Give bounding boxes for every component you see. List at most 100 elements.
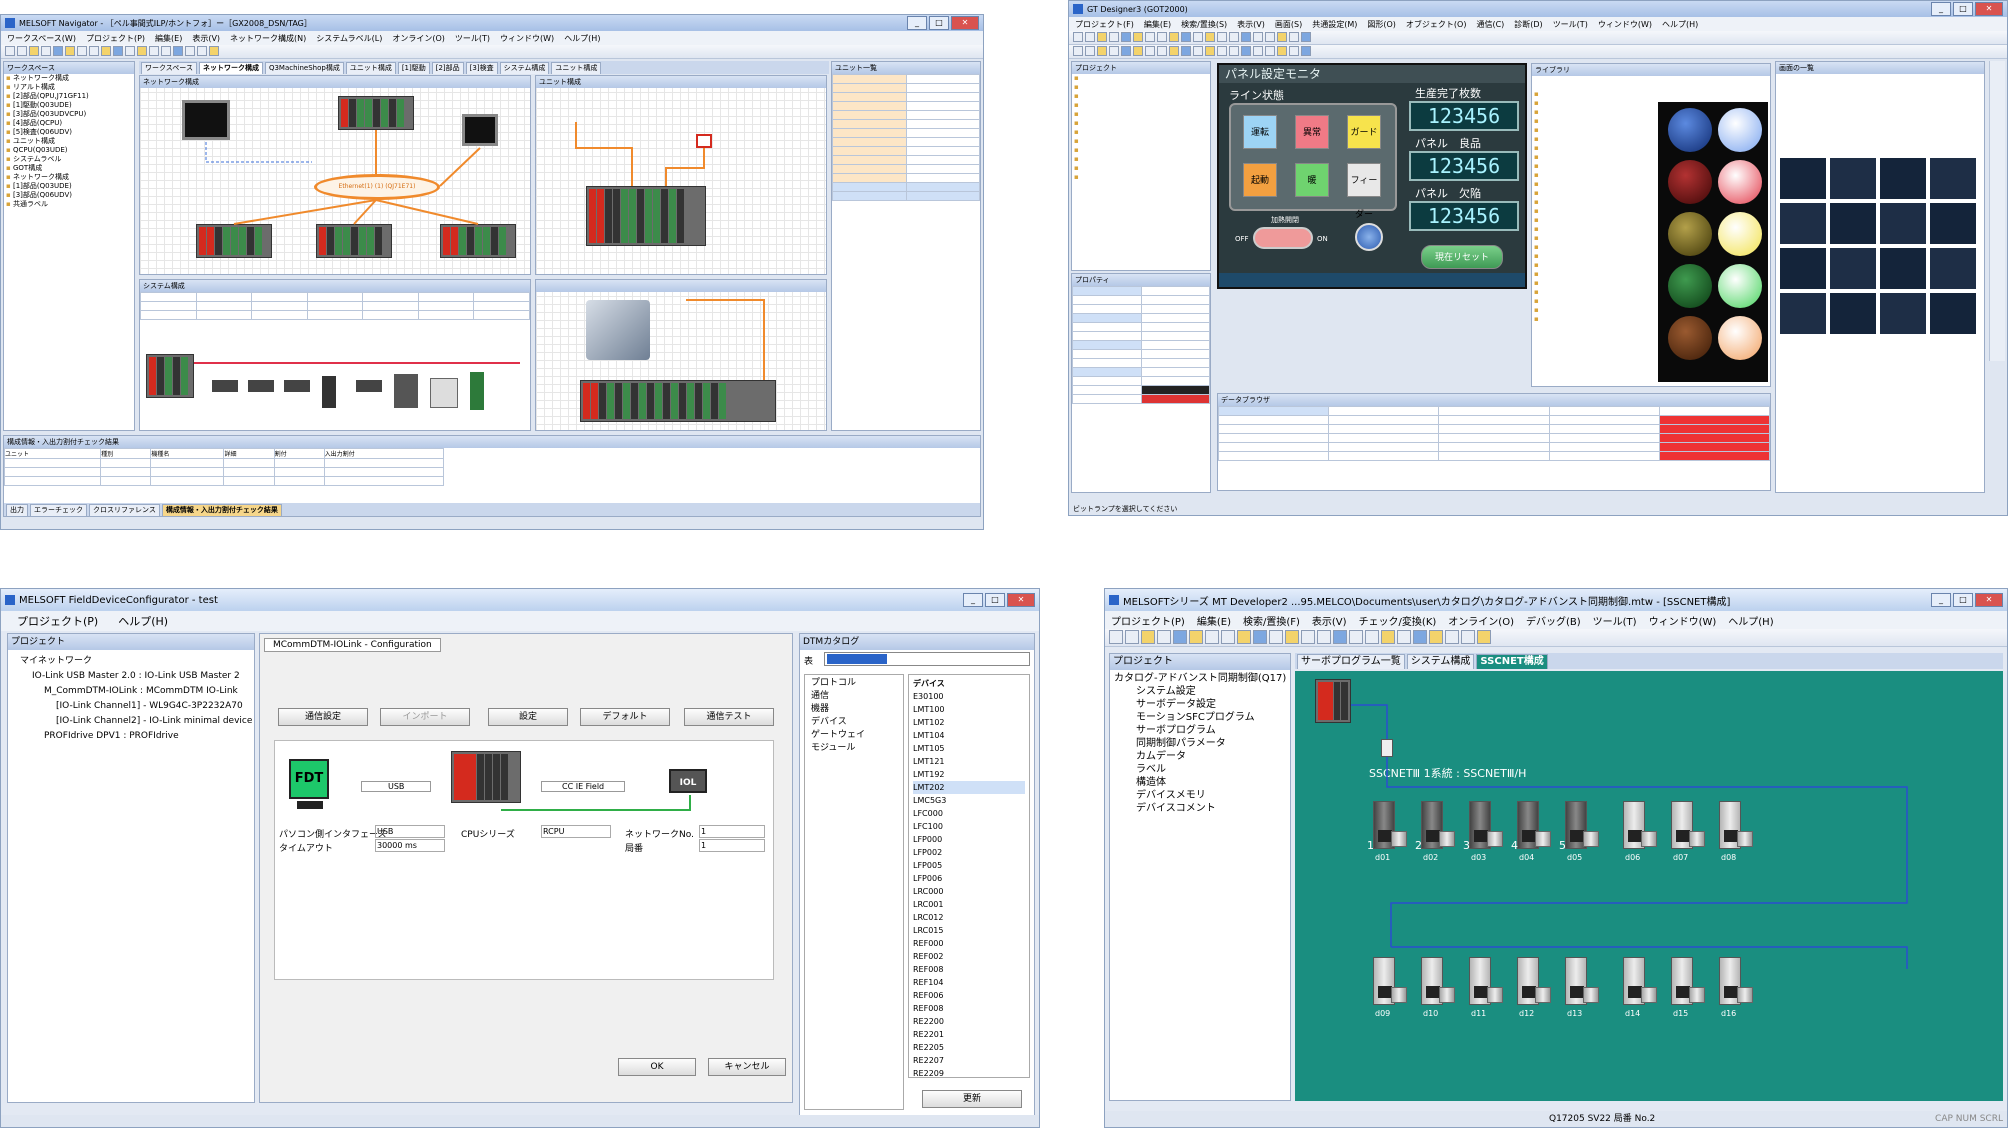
menu-item[interactable]: チェック/変換(K) [1359,613,1437,628]
tree-usb-master[interactable]: IO-Link USB Master 2.0 : IO-Link USB Mas… [12,669,250,684]
tree-item[interactable]: [5]検査(Q06UDV) [4,128,134,137]
lamp-error[interactable]: 異常 [1295,115,1329,149]
device-list-item[interactable]: LRC015 [913,924,1025,937]
lamp-green-dark[interactable] [1668,264,1712,308]
menu-item[interactable]: ツール(T) [1553,19,1588,30]
toolbar-button[interactable] [1229,32,1239,42]
maximize-button[interactable]: □ [1953,593,1973,607]
toolbar-button[interactable] [1241,46,1251,56]
settings-button[interactable]: 設定 [488,708,568,726]
toolbar-button[interactable] [1181,46,1191,56]
tree-item[interactable]: [2]部品(QPU,J71GF11) [4,92,134,101]
toolbar-button[interactable] [1317,630,1331,644]
toolbar-button[interactable] [1349,630,1363,644]
tab-system[interactable]: システム構成 [499,62,550,74]
toolbar-button[interactable] [1141,630,1155,644]
screen-thumbnail[interactable] [1930,248,1976,289]
toolbar-button[interactable] [1157,32,1167,42]
toolbar-button[interactable] [1125,630,1139,644]
tree-item[interactable]: [3]部品(Q06UDV) [4,191,134,200]
device-box[interactable] [394,374,418,408]
comm-settings-button[interactable]: 通信設定 [278,708,368,726]
servo-motor[interactable] [1737,831,1753,847]
toolbar-button[interactable] [1173,630,1187,644]
toolbar-button[interactable] [1253,46,1263,56]
toolbar-button[interactable] [1205,46,1215,56]
if-value[interactable]: USB [375,825,445,838]
toolbar-button[interactable] [101,46,111,56]
tree-item[interactable]: [4]部品(QCPU) [4,119,134,128]
tab-inspect[interactable]: [3]検査 [465,62,498,74]
import-button[interactable]: インポート [380,708,470,726]
device-list-item[interactable]: RE2200 [913,1015,1025,1028]
toolbar-button[interactable] [197,46,207,56]
toolbar-button[interactable] [113,46,123,56]
comm-test-button[interactable]: 通信テスト [684,708,774,726]
tree-item[interactable]: 同期制御パラメータ [1114,737,1286,750]
tree-root[interactable]: カタログ-アドバンスト同期制御(Q17) [1114,672,1286,685]
toolbar-button[interactable] [125,46,135,56]
tree-item[interactable]: 構造体 [1114,776,1286,789]
tab-crossref[interactable]: クロスリファレンス [89,504,160,516]
fdt-pc[interactable]: FDT [289,759,329,799]
minimize-button[interactable]: _ [907,16,927,30]
toolbar-button[interactable] [5,46,15,56]
menu-item[interactable]: プロジェクト(F) [1075,19,1134,30]
tree-network[interactable]: マイネットワーク [12,654,250,669]
screen-thumbnail[interactable] [1880,158,1926,199]
menu-item[interactable]: オンライン(O) [1448,613,1514,628]
menu-item[interactable]: ヘルプ(H) [1662,19,1698,30]
tab-system-config[interactable]: システム構成 [1406,654,1475,669]
device-list-item[interactable]: REF008 [913,963,1025,976]
plc-rack[interactable] [146,354,194,398]
device-list-item[interactable]: LFP002 [913,846,1025,859]
menu-item[interactable]: ヘルプ(H) [1728,613,1773,628]
device-list-item[interactable]: LMT202 [913,781,1025,794]
device-list-item[interactable]: LFP000 [913,833,1025,846]
toolbar-button[interactable] [161,46,171,56]
tree-item[interactable]: [1]駆動(Q03UDE) [4,101,134,110]
servo-motor[interactable] [1439,831,1455,847]
tree-item[interactable]: モーションSFCプログラム [1114,711,1286,724]
device-list-item[interactable]: LMT100 [913,703,1025,716]
tab-parts[interactable]: [2]部品 [431,62,464,74]
tab-unit[interactable]: ユニット構成 [345,62,396,74]
menu-item[interactable]: 診断(D) [1514,19,1542,30]
device-list-item[interactable]: LMT104 [913,729,1025,742]
tree-profidrive[interactable]: PROFIdrive DPV1 : PROFIdrive [12,729,250,744]
device-list-item[interactable]: LMT105 [913,742,1025,755]
menu-item[interactable]: ウィンドウ(W) [500,33,554,44]
cancel-button[interactable]: キャンセル [708,1058,786,1076]
menu-item[interactable]: ネットワーク構成(N) [230,33,306,44]
menu-item[interactable]: 表示(V) [1237,19,1265,30]
device-list-item[interactable]: REF104 [913,976,1025,989]
toolbar-button[interactable] [1073,46,1083,56]
toolbar-button[interactable] [1157,630,1171,644]
lamp-start[interactable]: 起動 [1243,163,1277,197]
tab-servo-program[interactable]: サーボプログラム一覧 [1297,654,1405,669]
device-list-item[interactable]: LFC000 [913,807,1025,820]
screen-thumbnail[interactable] [1880,203,1926,244]
menu-item[interactable]: ツール(T) [1593,613,1637,628]
lamp-orange-dark[interactable] [1668,316,1712,360]
device-list-item[interactable]: E30100 [913,690,1025,703]
device-box[interactable] [212,380,238,392]
menu-item[interactable]: 表示(V) [1312,613,1347,628]
device-list-item[interactable]: LRC001 [913,898,1025,911]
close-button[interactable]: ✕ [1975,593,2003,607]
tree-item[interactable]: ラベル [1114,763,1286,776]
tree-item[interactable]: デバイスコメント [1114,802,1286,815]
category-item[interactable]: プロトコル [811,677,897,690]
menu-project[interactable]: プロジェクト(P) [17,613,98,629]
network-value[interactable]: 1 [699,825,765,838]
servo-motor[interactable] [1439,987,1455,1003]
servo-motor[interactable] [1737,987,1753,1003]
tab-network[interactable]: ネットワーク構成 [198,62,263,74]
lamp-red-light[interactable] [1718,160,1762,204]
screen-thumbnail[interactable] [1880,293,1926,334]
toolbar-button[interactable] [137,46,147,56]
toolbar-button[interactable] [185,46,195,56]
tab-error-check[interactable]: エラーチェック [30,504,87,516]
device-list-item[interactable]: RE2205 [913,1041,1025,1054]
menu-item[interactable]: 画面(S) [1275,19,1302,30]
